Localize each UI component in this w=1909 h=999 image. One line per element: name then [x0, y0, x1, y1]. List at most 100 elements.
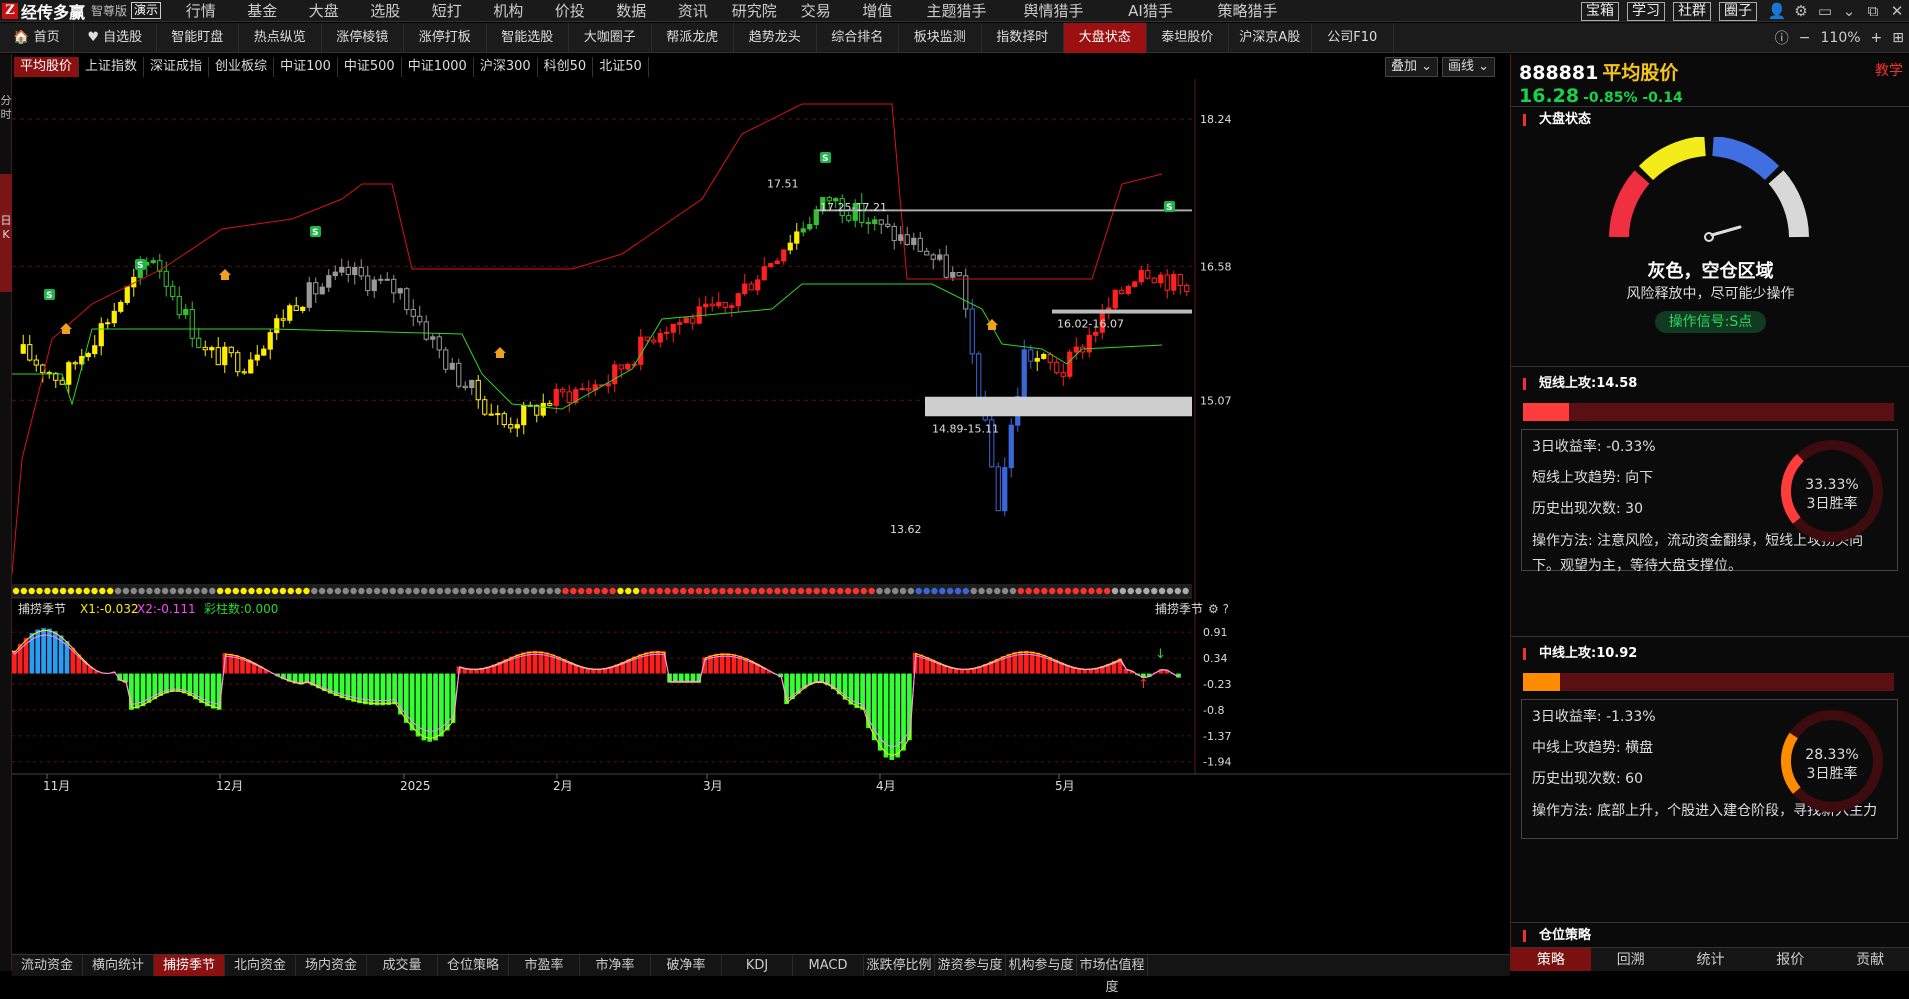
- indicator-tab-6[interactable]: 仓位策略: [438, 955, 509, 976]
- indicator-tab-1[interactable]: 横向统计: [83, 955, 154, 976]
- chart-area[interactable]: ⊖大盘分析牛线:17.206熊线:14.99018.2416.5815.07↪⊕…: [12, 79, 1510, 954]
- menu-item-9[interactable]: 研究院: [724, 0, 786, 22]
- index-tab-2[interactable]: 深证成指: [144, 57, 209, 77]
- top-button-2[interactable]: 社群: [1673, 2, 1711, 21]
- restore-icon[interactable]: ⧉: [1861, 0, 1885, 22]
- state-dot: [1120, 588, 1126, 594]
- candle: [405, 289, 409, 310]
- sell-signal-icon: S: [1164, 201, 1175, 213]
- menu-item-15[interactable]: 策略猎手: [1199, 0, 1296, 22]
- menu-item-13[interactable]: 舆情猎手: [1005, 0, 1102, 22]
- tab-8[interactable]: 帮派龙虎: [652, 23, 735, 53]
- chart-tool-icon[interactable]: ↪: [1142, 79, 1152, 80]
- gear-icon[interactable]: ⚙: [1789, 0, 1813, 22]
- menu-item-11[interactable]: 增值: [847, 0, 909, 22]
- indicator-tab-11[interactable]: MACD: [793, 955, 864, 976]
- menu-item-6[interactable]: 价投: [539, 0, 601, 22]
- tab-6[interactable]: 智能选股: [487, 23, 570, 53]
- menu-item-10[interactable]: 交易: [785, 0, 847, 22]
- right-tab-3[interactable]: 报价: [1750, 948, 1830, 971]
- indicator-tab-2[interactable]: 捕捞季节: [154, 955, 225, 976]
- menu-item-7[interactable]: 数据: [601, 0, 663, 22]
- indicator-tab-10[interactable]: KDJ: [722, 955, 793, 976]
- tab-15[interactable]: 沪深京A股: [1229, 23, 1312, 53]
- info-icon[interactable]: ⓘ: [1775, 28, 1789, 48]
- close-icon[interactable]: ✕: [1885, 0, 1909, 22]
- index-tab-4[interactable]: 中证100: [274, 57, 338, 77]
- chart-tool-icon[interactable]: ⊞: [1222, 79, 1232, 80]
- top-button-1[interactable]: 学习: [1627, 2, 1665, 21]
- right-tab-2[interactable]: 统计: [1671, 948, 1751, 971]
- tab-3[interactable]: 热点纵览: [239, 23, 322, 53]
- period-intraday[interactable]: 分 时: [0, 94, 12, 122]
- draw-line-button[interactable]: 画线 ⌄: [1442, 57, 1495, 77]
- right-tab-4[interactable]: 贡献: [1830, 948, 1909, 971]
- zoom-out-icon[interactable]: −: [1799, 30, 1811, 46]
- indicator-tab-12[interactable]: 涨跌停比例: [864, 955, 935, 976]
- chart-tool-icon[interactable]: ⚙: [1202, 79, 1213, 80]
- chart-tool-icon[interactable]: ⊖: [1182, 79, 1192, 80]
- overlay-button[interactable]: 叠加 ⌄: [1385, 57, 1438, 77]
- index-tab-9[interactable]: 北证50: [593, 57, 649, 77]
- tab-9[interactable]: 趋势龙头: [734, 23, 817, 53]
- menu-item-5[interactable]: 机构: [478, 0, 540, 22]
- indicator-tab-9[interactable]: 破净率: [651, 955, 722, 976]
- tab-1[interactable]: ♥ 自选股: [74, 23, 157, 53]
- tab-5[interactable]: 涨停打板: [404, 23, 487, 53]
- tab-16[interactable]: 公司F10: [1312, 23, 1395, 53]
- menu-item-0[interactable]: 行情: [170, 0, 232, 22]
- state-dot: [1143, 588, 1149, 594]
- user-icon[interactable]: 👤: [1765, 0, 1789, 22]
- tab-10[interactable]: 综合排名: [817, 23, 900, 53]
- tab-2[interactable]: 智能盯盘: [157, 23, 240, 53]
- indicator-tab-0[interactable]: 流动资金: [12, 955, 83, 976]
- right-tab-1[interactable]: 回溯: [1591, 948, 1671, 971]
- chevron-down-icon[interactable]: ⌄: [1837, 0, 1861, 22]
- state-dot: [358, 588, 364, 594]
- window-icon[interactable]: ▭: [1813, 0, 1837, 22]
- teach-link[interactable]: 教学: [1875, 60, 1903, 80]
- indicator-tab-8[interactable]: 市净率: [580, 955, 651, 976]
- index-tab-5[interactable]: 中证500: [338, 57, 402, 77]
- demo-badge[interactable]: 演示: [131, 2, 161, 19]
- candle: [704, 304, 708, 307]
- menu-item-3[interactable]: 选股: [355, 0, 417, 22]
- tab-7[interactable]: 大咖圈子: [569, 23, 652, 53]
- zoom-in-icon[interactable]: +: [1871, 30, 1883, 46]
- top-button-3[interactable]: 圈子: [1719, 2, 1757, 21]
- indicator-tab-4[interactable]: 场内资金: [296, 955, 367, 976]
- period-daily[interactable]: 日 K: [0, 174, 12, 292]
- indicator-tab-13[interactable]: 游资参与度: [935, 955, 1006, 976]
- indicator-tab-14[interactable]: 机构参与度: [1006, 955, 1077, 976]
- index-tab-8[interactable]: 科创50: [538, 57, 594, 77]
- index-tab-0[interactable]: 平均股价: [14, 57, 79, 77]
- menu-item-12[interactable]: 主题猎手: [908, 0, 1005, 22]
- candle: [626, 364, 630, 369]
- indicator-tab-3[interactable]: 北向资金: [225, 955, 296, 976]
- tab-12[interactable]: 指数择时: [982, 23, 1065, 53]
- index-tab-3[interactable]: 创业板综: [209, 57, 274, 77]
- osc-gear-icon[interactable]: ⚙ ?: [1208, 602, 1229, 616]
- candle: [119, 302, 123, 311]
- tab-11[interactable]: 板块监测: [899, 23, 982, 53]
- chart-tool-icon[interactable]: ⊕: [1162, 79, 1172, 80]
- tab-4[interactable]: 涨停棱镜: [322, 23, 405, 53]
- menu-item-14[interactable]: AI猎手: [1102, 0, 1199, 22]
- tab-0[interactable]: 🏠 首页: [0, 23, 74, 53]
- menu-item-2[interactable]: 大盘: [293, 0, 355, 22]
- index-tab-7[interactable]: 沪深300: [474, 57, 538, 77]
- indicator-tab-15[interactable]: 市场估值程度: [1077, 955, 1148, 976]
- tab-14[interactable]: 泰坦股价: [1147, 23, 1230, 53]
- candle: [216, 348, 220, 365]
- indicator-tab-7[interactable]: 市盈率: [509, 955, 580, 976]
- menu-item-1[interactable]: 基金: [232, 0, 294, 22]
- top-button-0[interactable]: 宝箱: [1581, 2, 1619, 21]
- tab-13[interactable]: 大盘状态: [1064, 23, 1147, 53]
- right-tab-0[interactable]: 策略: [1511, 948, 1591, 971]
- layout-grid-icon[interactable]: ⊞: [1892, 30, 1904, 46]
- indicator-tab-5[interactable]: 成交量: [367, 955, 438, 976]
- index-tab-6[interactable]: 中证1000: [402, 57, 474, 77]
- menu-item-4[interactable]: 短打: [416, 0, 478, 22]
- menu-item-8[interactable]: 资讯: [662, 0, 724, 22]
- index-tab-1[interactable]: 上证指数: [79, 57, 144, 77]
